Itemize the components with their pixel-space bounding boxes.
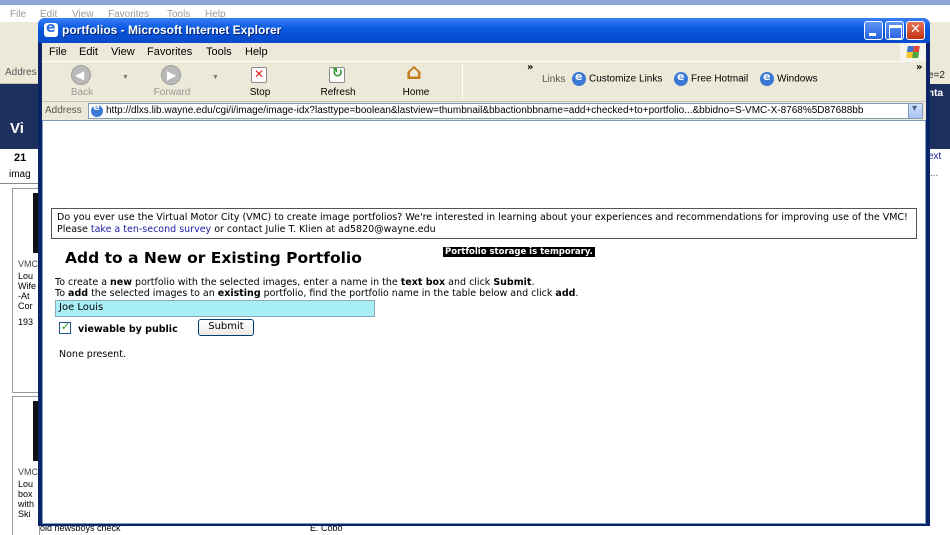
stop-icon xyxy=(251,67,267,83)
background-address-left: Addres xyxy=(0,62,40,84)
link-customize-links[interactable]: Customize Links xyxy=(572,70,663,86)
link-label: Free Hotmail xyxy=(691,73,749,85)
bg-card-text: Lou xyxy=(18,479,34,489)
address-url[interactable]: http://dlxs.lib.wayne.edu/cgi/i/image/im… xyxy=(106,105,906,116)
menu-tools[interactable]: Tools xyxy=(206,46,232,58)
address-dropdown-icon[interactable] xyxy=(908,103,922,118)
bg-ellipsis: ... xyxy=(930,168,939,179)
ie-icon xyxy=(44,20,58,37)
stop-button[interactable]: Stop xyxy=(230,64,290,100)
bg-card-text: VMC xyxy=(18,467,38,477)
ie-page-icon xyxy=(91,102,103,117)
minimize-button[interactable] xyxy=(864,21,883,40)
menu-bar: File Edit View Favorites Tools Help xyxy=(42,43,926,62)
menu-help[interactable]: Help xyxy=(245,46,268,58)
background-title-band xyxy=(0,0,950,5)
bg-card-text: -At xyxy=(18,291,30,301)
link-label: Windows xyxy=(777,73,818,85)
bg-banner-fragment: Vi xyxy=(10,120,24,137)
bg-card-text: Ski xyxy=(18,509,31,519)
viewable-by-public-checkbox[interactable] xyxy=(59,320,71,334)
bg-address-fragment: Addres xyxy=(5,67,37,78)
ie-page-icon xyxy=(674,70,688,86)
refresh-button[interactable]: Refresh xyxy=(308,64,368,100)
bg-result-card: VMC Lou box with Ski xyxy=(12,396,41,535)
menu-view[interactable]: View xyxy=(111,46,135,58)
instruction-existing: To add the selected images to an existin… xyxy=(55,288,579,299)
bg-count-fragment: 21 xyxy=(14,152,27,164)
link-free-hotmail[interactable]: Free Hotmail xyxy=(674,70,749,86)
survey-link[interactable]: take a ten-second survey xyxy=(91,224,211,235)
bg-card-text: box xyxy=(18,489,33,499)
viewable-by-public-label: viewable by public xyxy=(78,324,178,335)
back-button[interactable]: Back xyxy=(52,64,112,100)
instructions: To create a new portfolio with the selec… xyxy=(55,277,578,299)
instruction-new: To create a new portfolio with the selec… xyxy=(55,277,535,288)
bg-card-text: with xyxy=(18,499,35,509)
back-label: Back xyxy=(70,87,94,98)
background-results-header: 21 imag xyxy=(0,149,40,184)
toolbar-overflow-chevron[interactable]: » xyxy=(527,62,533,73)
title-bar[interactable]: portfolios - Microsoft Internet Explorer xyxy=(38,18,930,43)
submit-button[interactable]: Submit xyxy=(198,319,254,336)
refresh-label: Refresh xyxy=(320,87,356,98)
existing-portfolios-empty: None present. xyxy=(59,349,126,360)
refresh-icon xyxy=(329,66,345,83)
bg-result-card: VMC Lou Wife -At Cor 193 xyxy=(12,188,41,393)
background-result-cards: VMC Lou Wife -At Cor 193 VMC Lou box wit… xyxy=(12,188,41,535)
survey-notice: Do you ever use the Virtual Motor City (… xyxy=(51,208,917,239)
bg-card-text: VMC xyxy=(18,259,38,269)
links-overflow-chevron[interactable]: » xyxy=(916,62,922,73)
menu-favorites[interactable]: Favorites xyxy=(147,46,192,58)
survey-contact-text: or contact Julie T. Klien at ad5820@wayn… xyxy=(211,224,436,235)
link-windows[interactable]: Windows xyxy=(760,70,818,86)
background-toolbar-left xyxy=(0,22,40,62)
toolbar-separator xyxy=(462,65,463,99)
page-content: Do you ever use the Virtual Motor City (… xyxy=(42,120,926,524)
bg-card-text: 193 xyxy=(18,317,34,327)
bg-tab-fragment: imag xyxy=(9,169,31,180)
menu-edit[interactable]: Edit xyxy=(79,46,98,58)
address-input[interactable]: http://dlxs.lib.wayne.edu/cgi/i/image/im… xyxy=(88,102,923,119)
home-label: Home xyxy=(402,87,430,98)
stop-label: Stop xyxy=(249,87,271,98)
links-label: Links xyxy=(542,74,566,85)
ie-page-icon xyxy=(760,70,774,86)
address-bar: Address http://dlxs.lib.wayne.edu/cgi/i/… xyxy=(42,102,926,120)
close-button[interactable] xyxy=(906,21,925,40)
forward-button[interactable]: Forward xyxy=(142,64,202,100)
link-label: Customize Links xyxy=(589,73,663,85)
forward-dropdown-icon[interactable]: ▼ xyxy=(212,74,219,81)
toolbar: Back ▼ Forward ▼ Stop Refresh Home » Lin… xyxy=(42,60,926,102)
menu-file[interactable]: File xyxy=(49,46,67,58)
home-icon xyxy=(405,60,425,85)
maximize-button[interactable] xyxy=(885,21,904,40)
forward-arrow-icon xyxy=(161,65,181,85)
storage-notice-badge: Portfolio storage is temporary. xyxy=(443,247,595,257)
back-dropdown-icon[interactable]: ▼ xyxy=(122,74,129,81)
home-button[interactable]: Home xyxy=(386,60,446,100)
address-label: Address xyxy=(45,105,82,116)
bg-card-text: Wife xyxy=(18,281,36,291)
window-title: portfolios - Microsoft Internet Explorer xyxy=(62,23,282,37)
bg-menu-file: File xyxy=(10,9,27,20)
page-heading: Add to a New or Existing Portfolio xyxy=(65,249,362,267)
windows-logo-icon xyxy=(900,43,926,62)
forward-label: Forward xyxy=(153,87,191,98)
portfolio-name-input[interactable]: Joe Louis xyxy=(55,300,375,317)
bg-next-link[interactable]: ext xyxy=(928,151,941,162)
back-arrow-icon xyxy=(71,65,91,85)
bg-banner-fragment-right: nta xyxy=(928,88,943,99)
bg-card-text: Lou xyxy=(18,271,34,281)
bg-card-text: Cor xyxy=(18,301,33,311)
popup-window: portfolios - Microsoft Internet Explorer… xyxy=(38,18,930,526)
background-banner-left: Vi xyxy=(0,84,40,149)
bg-address-fragment-right: e=2 xyxy=(928,70,945,81)
ie-page-icon xyxy=(572,70,586,86)
